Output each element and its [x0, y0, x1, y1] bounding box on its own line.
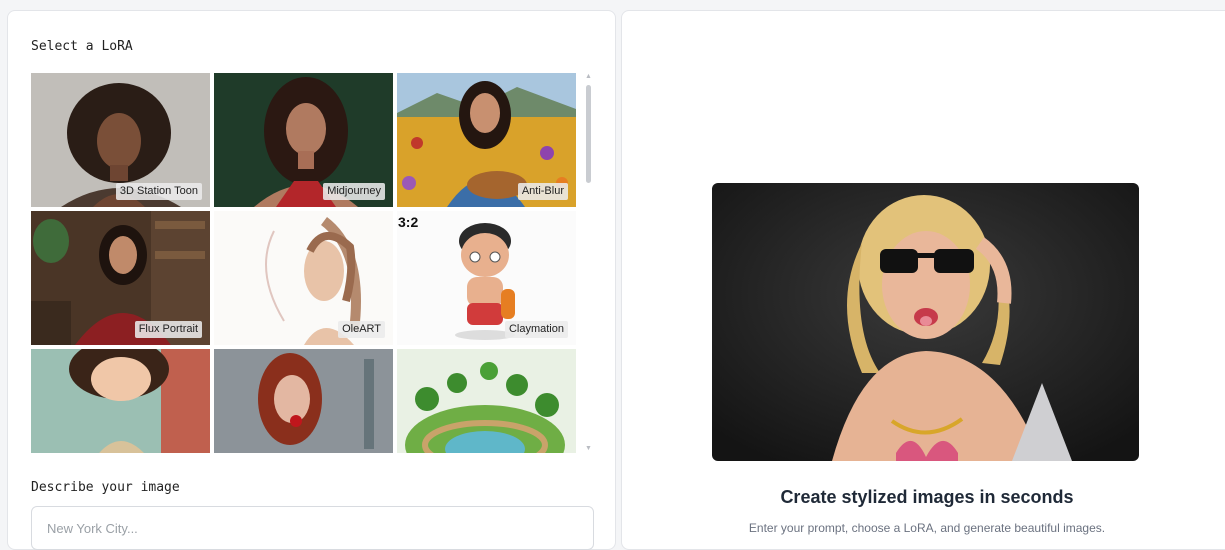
- lora-tile-flux-portrait[interactable]: Flux Portrait: [31, 211, 210, 345]
- lora-tile-9[interactable]: [397, 349, 576, 453]
- tile-image: [31, 349, 210, 453]
- generated-image-preview: [712, 183, 1139, 461]
- tile-label: Claymation: [504, 321, 568, 338]
- lora-tile-oleart[interactable]: OleART: [214, 211, 393, 345]
- select-lora-label: Select a LoRA: [31, 39, 133, 54]
- prompt-input[interactable]: [31, 506, 594, 550]
- lora-tile-claymation[interactable]: 3:2 Claymation: [397, 211, 576, 345]
- lora-gallery: 3D Station Toon Midjourney Anti-Blur Flu…: [31, 73, 579, 453]
- hero-subtitle: Enter your prompt, choose a LoRA, and ge…: [748, 521, 1106, 535]
- tile-label: Anti-Blur: [517, 183, 568, 200]
- preview-panel: Create stylized images in seconds Enter …: [621, 10, 1225, 550]
- scroll-up-arrow-icon[interactable]: ▲: [584, 73, 593, 81]
- scroll-thumb[interactable]: [586, 85, 591, 183]
- lora-panel: Select a LoRA 3D Station Toon Midjourney…: [7, 10, 616, 550]
- aspect-ratio-badge: 3:2: [398, 214, 419, 230]
- lora-tile-8[interactable]: [214, 349, 393, 453]
- lora-tile-anti-blur[interactable]: Anti-Blur: [397, 73, 576, 207]
- lora-tile-3d-station-toon[interactable]: 3D Station Toon: [31, 73, 210, 207]
- lora-tile-midjourney[interactable]: Midjourney: [214, 73, 393, 207]
- tile-image: [397, 349, 576, 453]
- describe-image-label: Describe your image: [31, 480, 180, 495]
- tile-label: OleART: [338, 321, 385, 338]
- preview-image: [712, 183, 1139, 461]
- tile-label: Midjourney: [323, 183, 385, 200]
- tile-image: [214, 349, 393, 453]
- tile-label: 3D Station Toon: [115, 183, 202, 200]
- gallery-scrollbar[interactable]: ▲ ▼: [584, 73, 593, 453]
- scroll-down-arrow-icon[interactable]: ▼: [584, 445, 593, 453]
- hero-title: Create stylized images in seconds: [780, 487, 1074, 507]
- lora-tile-7[interactable]: [31, 349, 210, 453]
- tile-label: Flux Portrait: [134, 321, 202, 338]
